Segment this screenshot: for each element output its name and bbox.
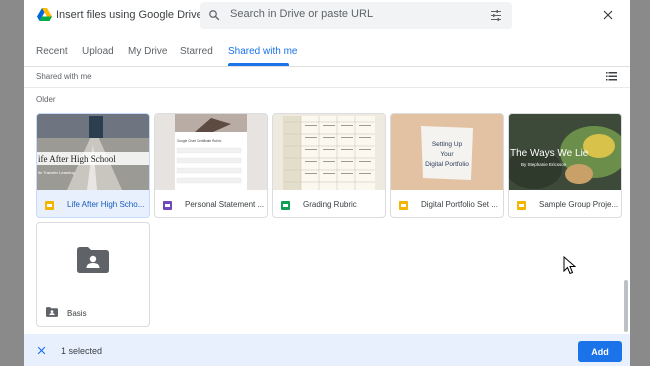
thumb-line-2: Your bbox=[440, 151, 454, 158]
thumb-title: ife After High School bbox=[38, 154, 116, 164]
dialog-header: Insert files using Google Drive bbox=[24, 0, 630, 32]
close-icon[interactable] bbox=[602, 9, 614, 21]
dialog-title: Insert files using Google Drive bbox=[56, 9, 203, 21]
file-thumbnail: Google Chart Certificate Rubric bbox=[155, 114, 267, 190]
tab-recent[interactable]: Recent bbox=[36, 46, 68, 57]
sheets-icon bbox=[281, 201, 290, 210]
thumb-subtitle: ife Transfer Learning bbox=[38, 170, 75, 175]
file-name: Digital Portfolio Set ... bbox=[421, 200, 498, 209]
thumb-title: The Ways We Lie bbox=[510, 148, 589, 159]
google-drive-logo bbox=[37, 8, 52, 21]
file-card[interactable]: Grading Rubric bbox=[272, 113, 386, 218]
tab-shared-with-me[interactable]: Shared with me bbox=[228, 46, 297, 57]
tab-bar: Recent Upload My Drive Starred Shared wi… bbox=[24, 36, 630, 67]
file-thumbnail: Setting Up Your Digital Portfolio bbox=[391, 114, 503, 190]
slides-icon bbox=[45, 201, 54, 210]
file-thumbnail bbox=[273, 114, 385, 190]
section-label-older: Older bbox=[36, 95, 56, 104]
tab-my-drive[interactable]: My Drive bbox=[128, 46, 167, 57]
active-tab-indicator bbox=[228, 63, 289, 66]
breadcrumb: Shared with me bbox=[36, 72, 92, 81]
file-name: Sample Group Proje... bbox=[539, 200, 619, 209]
file-card[interactable]: The Ways We Lie By Stephanie Ericsson Sa… bbox=[508, 113, 622, 218]
search-input[interactable] bbox=[230, 8, 480, 20]
selected-count: 1 selected bbox=[61, 346, 103, 356]
shared-folder-icon bbox=[77, 247, 109, 273]
file-card-footer: Digital Portfolio Set ... bbox=[391, 190, 503, 217]
slides-icon bbox=[399, 201, 408, 210]
folder-card[interactable]: Basis bbox=[36, 222, 150, 327]
tab-upload[interactable]: Upload bbox=[82, 46, 114, 57]
thumb-subtitle: By Stephanie Ericsson bbox=[521, 162, 567, 167]
file-card-footer: Life After High Scho... bbox=[37, 190, 149, 217]
selection-footer: 1 selected Add bbox=[24, 334, 630, 366]
forms-icon bbox=[163, 201, 172, 210]
file-name: Grading Rubric bbox=[303, 200, 357, 209]
tune-icon[interactable] bbox=[490, 10, 502, 21]
search-icon[interactable] bbox=[208, 9, 220, 21]
file-card-footer: Grading Rubric bbox=[273, 190, 385, 217]
file-thumbnail: The Ways We Lie By Stephanie Ericsson bbox=[509, 114, 621, 190]
breadcrumb-bar: Shared with me bbox=[24, 67, 630, 88]
file-card[interactable]: ife After High School ife Transfer Learn… bbox=[36, 113, 150, 218]
drive-picker-dialog: Insert files using Google Drive Recent bbox=[24, 0, 630, 366]
file-thumbnail: ife After High School ife Transfer Learn… bbox=[37, 114, 149, 190]
folder-name: Basis bbox=[67, 309, 87, 318]
clear-selection-icon[interactable] bbox=[37, 346, 46, 355]
slides-icon bbox=[517, 201, 526, 210]
tab-starred[interactable]: Starred bbox=[180, 46, 213, 57]
shared-folder-small-icon bbox=[46, 307, 58, 317]
thumb-line-3: Digital Portfolio bbox=[425, 161, 469, 168]
scrollbar[interactable] bbox=[624, 280, 628, 332]
file-card-footer: Sample Group Proje... bbox=[509, 190, 621, 217]
background-left bbox=[0, 0, 24, 366]
mouse-cursor-icon bbox=[563, 256, 576, 275]
background-right bbox=[628, 0, 650, 366]
search-bar[interactable] bbox=[200, 2, 512, 29]
file-name: Life After High Scho... bbox=[67, 200, 145, 209]
thumb-title: Google Chart Certificate Rubric bbox=[177, 139, 222, 143]
list-view-icon[interactable] bbox=[606, 72, 617, 81]
file-card[interactable]: Google Chart Certificate Rubric Personal… bbox=[154, 113, 268, 218]
thumb-line-1: Setting Up bbox=[432, 141, 463, 148]
file-card[interactable]: Setting Up Your Digital Portfolio Digita… bbox=[390, 113, 504, 218]
file-card-footer: Personal Statement ... bbox=[155, 190, 267, 217]
add-button[interactable]: Add bbox=[578, 341, 622, 362]
file-name: Personal Statement ... bbox=[185, 200, 265, 209]
